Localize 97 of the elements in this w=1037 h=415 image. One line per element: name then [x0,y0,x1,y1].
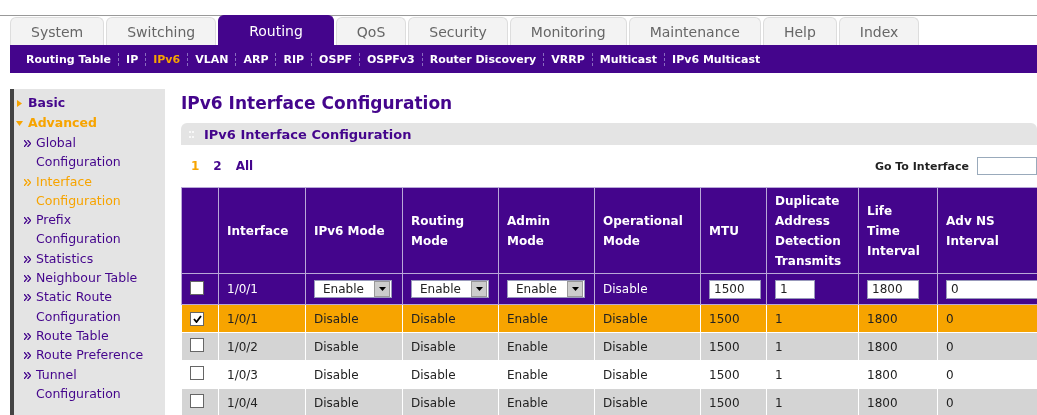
sub-nav-link[interactable]: IP [118,52,146,66]
double-chevron-icon [24,217,31,225]
nav-tab[interactable]: Routing [218,15,334,45]
input-field[interactable]: 1500 [709,279,761,299]
double-chevron-icon [24,352,31,360]
table-cell: 1800 [858,332,938,361]
table-cell: Disable [305,332,403,361]
sub-nav-link[interactable]: IPv6 [145,52,188,66]
nav-tab[interactable]: Monitoring [509,17,627,45]
checkbox[interactable] [190,311,204,326]
input-field[interactable]: 0 [946,279,1037,299]
checkbox[interactable] [190,394,204,408]
sub-nav-link[interactable]: VRRP [543,52,592,66]
sub-nav-link[interactable]: Router Discovery [421,52,544,66]
caret-icon [475,287,483,291]
table-cell: 0 [937,332,1037,361]
page-link[interactable]: 2 [213,159,222,173]
table-cell: Enable [498,304,595,333]
nav-tab[interactable]: Switching [106,17,217,45]
dropdown[interactable]: Enable [507,280,585,298]
goto-label: Go To Interface [874,159,969,173]
goto-field[interactable] [977,157,1037,175]
sub-nav-link[interactable]: OSPFv3 [358,52,422,66]
table-cell: Disable [594,388,701,415]
column-header: Life Time Interval [858,187,938,274]
sidebar-item[interactable]: Statistics [36,248,146,269]
sidebar-item[interactable]: Static Route Configuration [36,287,146,326]
table-cell: 1 [766,304,859,333]
sidebar-item[interactable]: Tunnel Configuration [36,364,146,404]
sidebar-item[interactable]: Route Preference [36,345,146,365]
table-cell: 1 [766,388,859,415]
table-cell: Disable [594,304,701,333]
table-cell: Disable [402,304,499,333]
double-chevron-icon [24,255,31,263]
table-cell: Disable [305,304,403,333]
nav-tab[interactable]: QoS [335,17,407,45]
column-header: MTU [700,187,767,274]
double-chevron-icon [24,178,31,186]
double-chevron-icon [24,332,31,340]
table-cell: Disable [594,332,701,361]
sub-nav-link[interactable]: VLAN [187,52,236,66]
sub-nav-link[interactable]: Multicast [591,52,665,66]
column-header: Admin Mode [498,187,595,274]
nav-tab[interactable]: Help [762,17,837,45]
caret-icon [378,287,386,291]
checkbox[interactable] [190,366,204,380]
table-cell: Enable [498,388,595,415]
column-header: Interface [218,187,306,274]
column-header: IPv6 Mode [305,187,403,274]
double-chevron-icon [24,294,31,302]
sidebar-item[interactable]: Route Table [36,325,146,346]
double-chevron-icon [24,140,31,147]
double-chevron-icon [24,371,31,379]
sidebar-item[interactable]: Prefix Configuration [36,210,146,249]
table-cell: 1/0/1 [218,304,306,333]
checkbox[interactable] [190,338,204,352]
table-cell: Disable [402,388,499,415]
input-field[interactable]: 1800 [867,279,919,299]
table-cell: 0 [937,304,1037,333]
column-header: Operational Mode [594,187,701,274]
sub-nav-link[interactable]: ARP [235,52,276,66]
nav-tab[interactable]: Security [408,17,508,45]
column-header: Duplicate Address Detection Transmits [766,187,859,274]
table-cell: Enable [498,332,595,361]
table-cell: 1500 [700,304,767,333]
dropdown[interactable]: Enable [314,280,392,298]
caret-icon [571,287,579,291]
sidebar-item[interactable]: Global Configuration [36,133,146,172]
table-cell: Disable [305,388,403,415]
interface-cell: 1/0/1 [218,273,306,305]
page-link[interactable]: All [235,159,254,173]
double-chevron-icon [24,275,31,283]
page-title: IPv6 Interface Configuration [181,93,454,115]
panel-title: IPv6 Interface Configuration [204,126,412,142]
table-cell: 1/0/4 [218,388,306,415]
input-field[interactable]: 1 [775,279,815,299]
column-header: Routing Mode [402,187,499,274]
sub-nav-link[interactable]: IPv6 Multicast [664,52,768,66]
table-cell: 1500 [700,332,767,361]
table-cell: 1 [766,332,859,361]
sidebar-item[interactable]: Neighbour Table [36,268,146,288]
table-cell: 1800 [858,388,938,415]
dropdown[interactable]: Enable [411,280,489,298]
sidebar-group[interactable]: Basic [28,93,66,113]
sub-nav-link[interactable]: RIP [275,52,312,66]
table-cell: 1800 [858,304,938,333]
checkbox[interactable] [190,280,204,295]
column-header: Adv NS Interval [937,187,1037,274]
table-cell: 1/0/2 [218,332,306,361]
table-cell: Disable [402,332,499,361]
sub-nav-link[interactable]: OSPF [311,52,359,66]
nav-tab[interactable]: Maintenance [628,17,761,45]
nav-tab[interactable]: System [10,17,105,45]
table-cell: Disable [594,273,701,305]
table-cell: 0 [937,388,1037,415]
nav-tab[interactable]: Index [838,17,920,45]
sub-nav-link[interactable]: Routing Table [26,52,119,66]
